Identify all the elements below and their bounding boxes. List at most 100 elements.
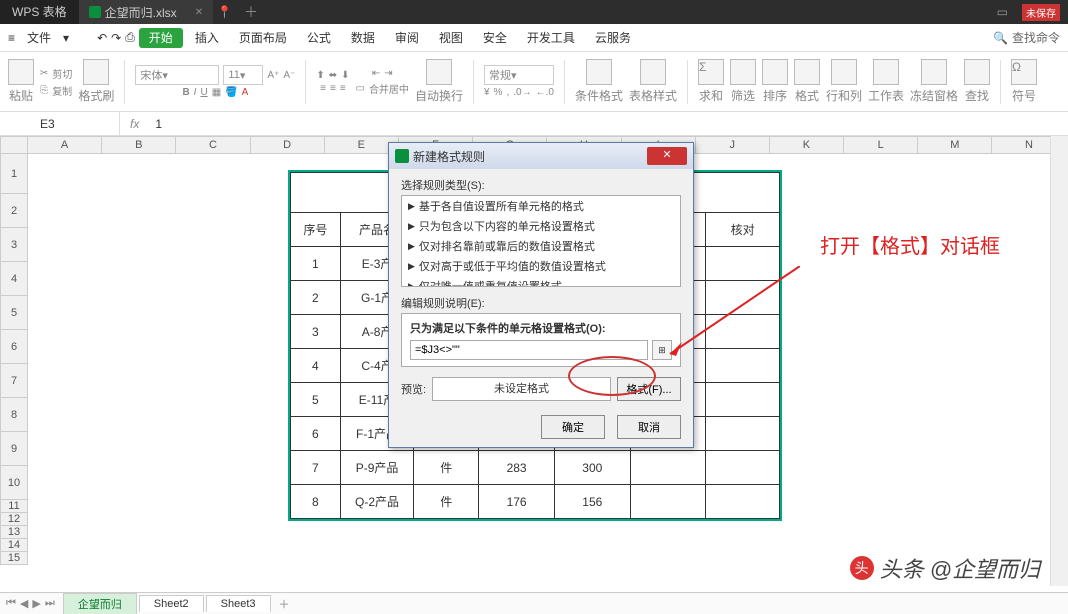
col-header-A[interactable]: A [28,136,102,154]
select-all-corner[interactable] [0,136,28,154]
menu-safety[interactable]: 安全 [475,28,515,48]
close-tab-icon[interactable]: ✕ [195,7,203,18]
paste-button[interactable]: 粘贴 [8,59,34,104]
add-sheet-icon[interactable]: ＋ [271,596,298,612]
row-header-9[interactable]: 9 [0,432,28,466]
rule-type-item[interactable]: ▶仅对排名靠前或靠后的数值设置格式 [402,236,680,256]
menu-view[interactable]: 视图 [431,28,471,48]
border-icon[interactable]: ▦ [212,87,221,98]
row-header-5[interactable]: 5 [0,296,28,330]
align-center-icon[interactable]: ≡ [330,83,336,94]
sheet-nav-prev-icon[interactable]: ◀ [20,597,28,610]
menu-insert[interactable]: 插入 [187,28,227,48]
row-header-14[interactable]: 14 [0,539,28,552]
col-header-B[interactable]: B [102,136,176,154]
copy-icon[interactable]: ⎘ [40,85,48,96]
filter-button[interactable]: 筛选 [730,59,756,104]
font-select[interactable]: 宋体 ▾ [135,65,219,85]
search-box[interactable]: 🔍 查找命令 [993,29,1060,46]
range-picker-icon[interactable]: ⊞ [652,340,672,360]
rule-type-item[interactable]: ▶仅对唯一值或重复值设置格式 [402,276,680,287]
sheet-tab-2[interactable]: Sheet2 [139,595,204,612]
rule-type-list[interactable]: ▶基于各自值设置所有单元格的格式▶只为包含以下内容的单元格设置格式▶仅对排名靠前… [401,195,681,287]
format-dialog-button[interactable]: 格式(F)... [617,377,681,401]
dec-inc-icon[interactable]: .0→ [513,87,531,98]
align-right-icon[interactable]: ≡ [340,83,346,94]
row-header-1[interactable]: 1 [0,154,28,194]
dialog-close-button[interactable]: ✕ [647,147,687,165]
ok-button[interactable]: 确定 [541,415,605,439]
undo-icon[interactable]: ↶ [97,31,107,45]
cancel-button[interactable]: 取消 [617,415,681,439]
sheet-nav-last-icon[interactable]: ⏭ [45,597,55,610]
row-header-4[interactable]: 4 [0,262,28,296]
row-header-15[interactable]: 15 [0,552,28,565]
vertical-scrollbar[interactable] [1050,136,1068,586]
sheet-nav-first-icon[interactable]: ⏮ [6,597,16,610]
fx-icon[interactable]: fx [120,117,149,131]
sheet-nav-next-icon[interactable]: ▶ [32,597,40,610]
row-header-8[interactable]: 8 [0,398,28,432]
row-header-12[interactable]: 12 [0,513,28,526]
col-header-C[interactable]: C [176,136,250,154]
shrink-font-icon[interactable]: A⁻ [283,70,295,81]
sum-button[interactable]: Σ求和 [698,59,724,104]
format-painter-button[interactable]: 格式刷 [78,59,114,104]
underline-icon[interactable]: U [200,87,207,98]
grow-font-icon[interactable]: A⁺ [267,70,279,81]
sheet-button[interactable]: 工作表 [868,59,904,104]
pin-icon[interactable]: 📍 [217,5,232,19]
wrap-button[interactable]: 自动换行 [415,59,463,104]
size-select[interactable]: 11 ▾ [223,65,263,85]
window-box-icon[interactable]: ▭ [997,5,1008,19]
rule-type-item[interactable]: ▶仅对高于或低于平均值的数值设置格式 [402,256,680,276]
menu-cloud[interactable]: 云服务 [587,28,639,48]
align-left-icon[interactable]: ≡ [320,83,326,94]
col-header-L[interactable]: L [844,136,918,154]
name-box[interactable]: E3 [0,112,120,136]
find-button[interactable]: 查找 [964,59,990,104]
col-header-D[interactable]: D [251,136,325,154]
hamburger-icon[interactable]: ≡ [8,31,15,45]
formula-input[interactable] [410,340,648,360]
col-header-J[interactable]: J [696,136,770,154]
sort-button[interactable]: 排序 [762,59,788,104]
menu-review[interactable]: 审阅 [387,28,427,48]
indent-inc-icon[interactable]: ⇥ [384,68,392,79]
rowcol-button[interactable]: 行和列 [826,59,862,104]
menu-dev[interactable]: 开发工具 [519,28,583,48]
row-header-3[interactable]: 3 [0,228,28,262]
row-header-13[interactable]: 13 [0,526,28,539]
rule-type-item[interactable]: ▶基于各自值设置所有单元格的格式 [402,196,680,216]
percent-icon[interactable]: % [494,87,503,98]
menu-layout[interactable]: 页面布局 [231,28,295,48]
row-header-7[interactable]: 7 [0,364,28,398]
menu-start[interactable]: 开始 [139,28,183,48]
formula-value[interactable]: 1 [149,117,162,131]
file-dropdown-icon[interactable]: ▾ [63,31,69,45]
dec-dec-icon[interactable]: ←.0 [536,87,554,98]
row-header-11[interactable]: 11 [0,500,28,513]
new-tab-icon[interactable]: ＋ [244,2,258,22]
comma-icon[interactable]: , [506,87,509,98]
save-icon[interactable]: ⎙ [125,30,135,45]
sheet-tab-active[interactable]: 企望而归 [63,593,137,614]
table-style-button[interactable]: 表格样式 [629,59,677,104]
numfmt-select[interactable]: 常规 ▾ [484,65,554,85]
align-mid-icon[interactable]: ⬌ [329,70,337,81]
row-header-10[interactable]: 10 [0,466,28,500]
currency-icon[interactable]: ¥ [484,87,490,98]
row-header-6[interactable]: 6 [0,330,28,364]
cond-format-button[interactable]: 条件格式 [575,59,623,104]
fill-color-icon[interactable]: 🪣 [225,87,237,98]
freeze-button[interactable]: 冻结窗格 [910,59,958,104]
dialog-title-bar[interactable]: 新建格式规则 ✕ [389,143,693,169]
merge-icon[interactable]: ▭ [355,83,364,94]
menu-file[interactable]: 文件 [19,28,59,48]
align-bot-icon[interactable]: ⬇ [341,70,349,81]
indent-dec-icon[interactable]: ⇤ [372,68,380,79]
rule-type-item[interactable]: ▶只为包含以下内容的单元格设置格式 [402,216,680,236]
format-button[interactable]: 格式 [794,59,820,104]
bold-icon[interactable]: B [182,87,189,98]
file-tab[interactable]: 企望而归.xlsx ✕ [79,0,213,24]
